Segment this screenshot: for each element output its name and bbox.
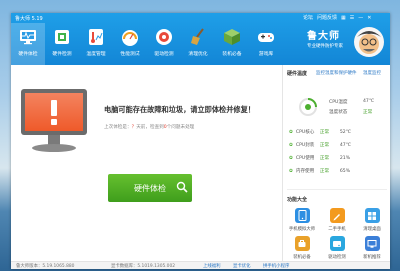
health-check-icon <box>20 30 36 45</box>
tool-driver[interactable]: 驱动检测 <box>321 236 353 260</box>
tools-header: 功能大全 <box>287 197 308 203</box>
tab-cleanup[interactable]: 清理优化 <box>181 23 215 65</box>
hardware-check-button[interactable]: 硬件体检 <box>108 174 192 202</box>
sidebar: 硬件温度 监控温度和保护硬件 温度监控 CPU温度 47℃ 温度状态 正常 ✿ … <box>282 65 390 261</box>
tool-used-phone[interactable]: 二手手机 <box>321 208 353 232</box>
tab-label: 性能测试 <box>120 52 140 57</box>
temp-monitor-link[interactable]: 温度监控 <box>363 70 381 76</box>
warning-message: 电脑可能存在故障和垃圾，请立即体检并修复！ <box>104 105 255 114</box>
tab-performance[interactable]: 性能测试 <box>113 23 147 65</box>
stat-row: ✿ CPU封装 正常 47℃ <box>289 142 351 149</box>
skin-icon[interactable]: ▦ <box>341 15 346 21</box>
tab-label: 硬件检测 <box>52 52 72 57</box>
apps-icon <box>224 29 240 45</box>
tool-clean-desktop[interactable]: 清理桌面 <box>356 208 388 232</box>
menu-icon[interactable]: ☰ <box>350 15 354 21</box>
cpu-temp-label: CPU温度 <box>329 100 348 105</box>
tool-new-pc[interactable]: 新机推荐 <box>356 236 388 260</box>
brand-name: 鲁大师 <box>307 31 340 42</box>
stat-row: ✿ CPU使用 正常 21% <box>289 155 351 162</box>
warning-monitor-icon <box>21 89 87 152</box>
temp-header: 硬件温度 <box>287 71 308 77</box>
tab-health-check[interactable]: 硬件体检 <box>11 23 45 65</box>
temp-protect-link[interactable]: 监控温度和保护硬件 <box>316 70 357 76</box>
mascot-logo <box>354 27 384 57</box>
brand-slogan: 专业硬件防护专家 <box>307 44 343 49</box>
temp-status-label: 温度状态 <box>329 110 348 115</box>
tab-driver[interactable]: 驱动检测 <box>147 23 181 65</box>
tab-label: 驱动检测 <box>154 52 174 57</box>
tab-label: 清理优化 <box>188 52 208 57</box>
status-bar: 鲁大师版本：5.19.1065.880 显卡数据库：5.1019.1305.00… <box>11 261 390 269</box>
magnifier-icon <box>176 181 188 193</box>
last-check-info: 上次体检是：？天前，检查到0个问题未处理 <box>104 125 195 130</box>
grid-icon <box>364 208 380 223</box>
leaf-icon: ✿ <box>289 155 293 161</box>
minimize-button[interactable]: — <box>358 15 363 21</box>
driver-icon <box>156 29 172 45</box>
leaf-icon: ✿ <box>289 129 293 135</box>
tab-apps[interactable]: 装机必备 <box>215 23 249 65</box>
speedometer-icon <box>122 30 138 46</box>
broom-icon <box>191 28 204 45</box>
tab-label: 温度管理 <box>86 52 106 57</box>
title-bar: 鲁大师 5.19 论坛 问题反馈 ▦ ☰ — ✕ 硬件体检 硬件检测 温度管理 <box>11 13 390 65</box>
window-title: 鲁大师 5.19 <box>15 16 43 22</box>
thermometer-icon <box>89 29 103 45</box>
leaf-icon: ✿ <box>289 168 293 174</box>
stat-row: ✿ 内存使用 正常 65% <box>289 168 351 175</box>
temp-status-value: 正常 <box>363 110 373 115</box>
welfare-link[interactable]: 上线福利 <box>203 263 221 269</box>
version-text: 鲁大师版本：5.19.1065.880 <box>16 264 75 269</box>
monitor-icon <box>364 236 380 251</box>
temperature-gauge-icon <box>299 98 317 116</box>
app-window: 鲁大师 5.19 论坛 问题反馈 ▦ ☰ — ✕ 硬件体检 硬件检测 温度管理 <box>11 13 390 269</box>
pen-icon <box>329 208 345 223</box>
tab-hardware-detect[interactable]: 硬件检测 <box>45 23 79 65</box>
hardware-detect-icon <box>55 30 69 44</box>
gamepad-icon <box>258 33 274 42</box>
gpu-optimize-link[interactable]: 显卡优化 <box>233 263 251 269</box>
tool-install[interactable]: 装机必备 <box>286 236 318 260</box>
tab-label: 装机必备 <box>222 52 242 57</box>
leaf-icon: ✿ <box>289 142 293 148</box>
tab-games[interactable]: 游戏库 <box>249 23 283 65</box>
main-nav: 硬件体检 硬件检测 温度管理 性能测试 驱动检测 清理优化 装机必备 游戏库 <box>11 23 283 67</box>
tool-phone-sim[interactable]: 手机模拟大师 <box>286 208 318 232</box>
database-text: 显卡数据库：5.1019.1305.002 <box>111 264 176 269</box>
drive-icon <box>329 236 345 251</box>
mini-program-link[interactable]: 拼手机小程序 <box>263 263 289 269</box>
close-button[interactable]: ✕ <box>367 15 371 21</box>
tools-icon <box>294 236 310 251</box>
feedback-link[interactable]: 问题反馈 <box>317 14 337 21</box>
phone-icon <box>294 208 310 223</box>
stat-row: ✿ CPU核心 正常 52℃ <box>289 129 351 136</box>
forum-link[interactable]: 论坛 <box>303 14 313 21</box>
cpu-temp-value: 47℃ <box>363 99 375 104</box>
brand: 鲁大师 专业硬件防护专家 <box>307 27 343 49</box>
tab-temperature[interactable]: 温度管理 <box>79 23 113 65</box>
tab-label: 硬件体检 <box>18 52 38 57</box>
window-controls: 论坛 问题反馈 ▦ ☰ — ✕ <box>299 14 371 22</box>
tab-label: 游戏库 <box>258 52 274 57</box>
divider <box>287 189 387 190</box>
main-panel: 电脑可能存在故障和垃圾，请立即体检并修复！ 上次体检是：？天前，检查到0个问题未… <box>11 65 281 261</box>
